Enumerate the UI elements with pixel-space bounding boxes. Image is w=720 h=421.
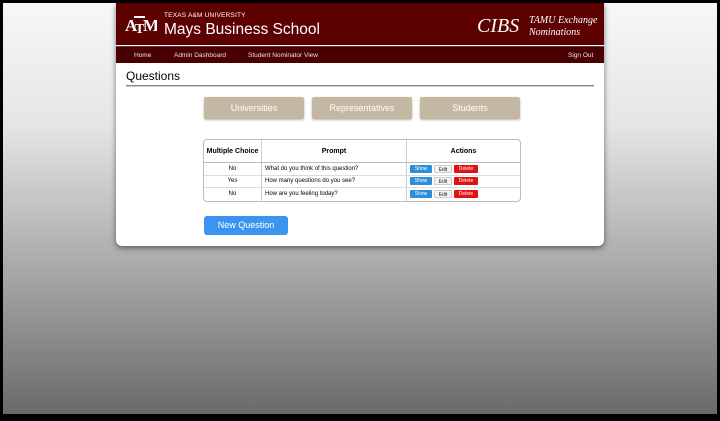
cell-multiple-choice: No xyxy=(204,188,262,201)
cibs-brand: CIBS xyxy=(477,15,520,37)
tab-universities[interactable]: Universities xyxy=(204,97,304,119)
header-banner: A T M TEXAS A&M UNIVERSITY Mays Business… xyxy=(116,3,604,45)
school-name: Mays Business School xyxy=(164,21,320,38)
edit-button[interactable]: Edit xyxy=(434,190,452,199)
table-row: No How are you feeling today? Show Edit De… xyxy=(204,188,520,201)
title-divider xyxy=(126,85,594,86)
tab-students[interactable]: Students xyxy=(420,97,520,119)
show-button[interactable]: Show xyxy=(410,177,432,186)
nav-admin-dashboard[interactable]: Admin Dashboard xyxy=(174,52,226,59)
cell-multiple-choice: Yes xyxy=(204,175,262,188)
page-title: Questions xyxy=(126,69,181,83)
browser-viewport: A T M TEXAS A&M UNIVERSITY Mays Business… xyxy=(3,3,717,414)
edit-button[interactable]: Edit xyxy=(434,164,452,173)
cell-prompt: How are you feeling today? xyxy=(262,188,407,201)
tab-representatives[interactable]: Representatives xyxy=(312,97,412,119)
header-multiple-choice: Multiple Choice xyxy=(204,140,262,163)
table-header-row: Multiple Choice Prompt Actions xyxy=(204,140,520,163)
app-subtitle-line2: Nominations xyxy=(529,27,581,38)
header-actions: Actions xyxy=(407,140,520,163)
main-card: A T M TEXAS A&M UNIVERSITY Mays Business… xyxy=(116,3,604,246)
university-name: TEXAS A&M UNIVERSITY xyxy=(164,12,246,19)
app-subtitle: TAMU Exchange Nominations xyxy=(529,15,597,39)
table-row: No What do you think of this question? S… xyxy=(204,163,520,176)
cell-prompt: How many questions do you see? xyxy=(262,175,407,188)
nav-bar: Home Admin Dashboard Student Nominator V… xyxy=(116,46,604,63)
app-subtitle-line1: TAMU Exchange xyxy=(529,15,598,26)
nav-student-nominator-view[interactable]: Student Nominator View xyxy=(248,52,318,59)
svg-text:M: M xyxy=(143,16,157,35)
delete-button[interactable]: Delete xyxy=(454,190,478,199)
nav-home[interactable]: Home xyxy=(134,52,151,59)
cell-prompt: What do you think of this question? xyxy=(262,163,407,176)
cell-actions: Show Edit Delete xyxy=(407,188,520,201)
show-button[interactable]: Show xyxy=(410,190,432,199)
table-row: Yes How many questions do you see? Show E… xyxy=(204,175,520,188)
atm-logo-icon: A T M xyxy=(125,16,157,36)
cell-multiple-choice: No xyxy=(204,163,262,176)
delete-button[interactable]: Delete xyxy=(454,164,478,173)
edit-button[interactable]: Edit xyxy=(434,177,452,186)
cell-actions: Show Edit Delete xyxy=(407,176,520,188)
questions-table: Multiple Choice Prompt Actions No What d… xyxy=(203,139,521,202)
nav-sign-out[interactable]: Sign Out xyxy=(568,52,593,59)
cell-actions: Show Edit Delete xyxy=(407,163,520,176)
new-question-button[interactable]: New Question xyxy=(204,216,288,235)
header-prompt: Prompt xyxy=(262,140,407,163)
show-button[interactable]: Show xyxy=(410,164,432,173)
delete-button[interactable]: Delete xyxy=(454,177,478,186)
